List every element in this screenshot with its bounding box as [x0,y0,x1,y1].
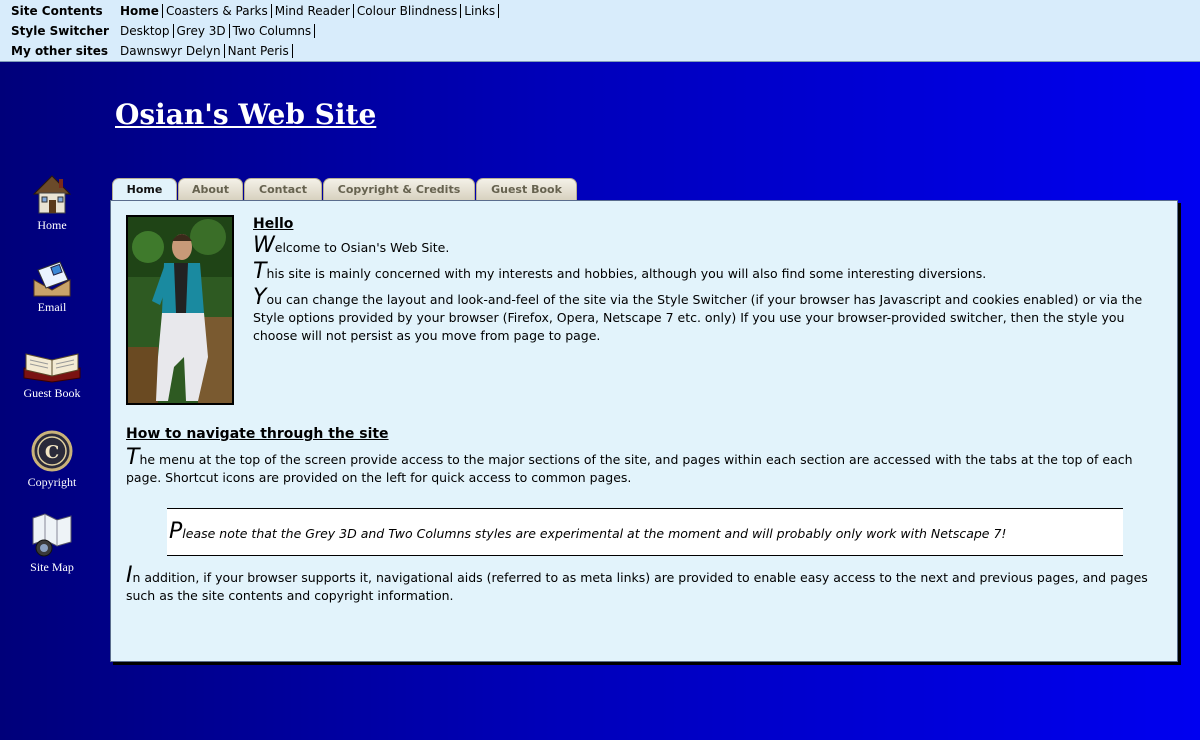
style-grey-3d[interactable]: Grey 3D [173,24,230,38]
other-sites-label: My other sites [11,44,108,58]
shortcut-label: Copyright [27,475,77,489]
welcome-paragraph: Welcome to Osian's Web Site. [253,235,1163,257]
menu-item-mind-reader[interactable]: Mind Reader [271,4,354,18]
shortcut-site-map[interactable]: Site Map [0,512,104,575]
shortcut-label: Home [37,218,67,232]
shortcut-label: Site Map [30,560,74,574]
menu-item-links[interactable]: Links [461,4,500,18]
site-nant-peris[interactable]: Nant Peris [224,44,293,58]
shortcut-copyright[interactable]: C Copyright [0,429,104,490]
content-panel: Hello Welcome to Osian's Web Site. This … [110,200,1178,662]
map-icon [32,513,72,557]
menu-item-colour-blindness[interactable]: Colour Blindness [353,4,462,18]
top-menu: Site Contents Home Coasters & Parks Mind R… [0,0,1200,62]
hello-heading: Hello [253,216,294,232]
intro-section: Hello Welcome to Osian's Web Site. This … [253,215,1163,345]
about-paragraph: This site is mainly concerned with my in… [253,261,1163,283]
drop-cap: P [169,519,183,544]
menu-item-home[interactable]: Home [117,4,163,18]
drop-cap: Y [253,285,267,310]
shortcut-label: Guest Book [23,386,81,400]
paragraph-text: he menu at the top of the screen provide… [126,452,1133,485]
paragraph-text: n addition, if your browser supports it,… [126,570,1148,603]
copyright-icon: C [31,430,73,472]
shortcut-home[interactable]: Home [0,172,104,233]
style-desktop[interactable]: Desktop [117,24,174,38]
envelope-icon [33,261,71,297]
style-two-columns[interactable]: Two Columns [229,24,316,38]
tab-contact[interactable]: Contact [244,178,322,201]
person-photo-image [128,217,232,403]
navigation-paragraph: The menu at the top of the screen provid… [126,447,1166,487]
house-icon [32,175,72,214]
shortcut-guest-book[interactable]: Guest Book [0,344,104,401]
style-paragraph: You can change the layout and look-and-f… [253,287,1163,345]
paragraph-text: elcome to Osian's Web Site. [274,240,450,255]
site-title[interactable]: Osian's Web Site [115,98,376,131]
shortcut-label: Email [37,300,67,314]
style-switcher-label: Style Switcher [11,24,109,38]
drop-cap: T [253,259,267,284]
drop-cap: T [126,445,140,470]
navigation-section: How to navigate through the site The men… [126,425,1166,487]
site-dawnswyr-delyn[interactable]: Dawnswyr Delyn [117,44,225,58]
experimental-note: Please note that the Grey 3D and Two Col… [167,508,1123,556]
paragraph-text: ou can change the layout and look-and-fe… [253,292,1143,343]
drop-cap: W [253,233,275,258]
menu-item-coasters-parks[interactable]: Coasters & Parks [162,4,272,18]
tab-home[interactable]: Home [112,178,177,202]
tab-about[interactable]: About [178,178,243,201]
meta-links-section: In addition, if your browser supports it… [126,565,1166,605]
shortcut-email[interactable]: Email [0,258,104,315]
paragraph-text: his site is mainly concerned with my int… [266,266,987,281]
meta-links-paragraph: In addition, if your browser supports it… [126,565,1166,605]
profile-photo [126,215,234,405]
site-contents-label: Site Contents [11,4,103,18]
navigation-heading: How to navigate through the site [126,426,389,442]
book-icon [23,353,81,383]
svg-text:C: C [45,442,59,463]
tab-copyright-credits[interactable]: Copyright & Credits [323,178,475,201]
tab-guest-book[interactable]: Guest Book [476,178,577,201]
note-text: lease note that the Grey 3D and Two Colu… [182,526,1007,541]
